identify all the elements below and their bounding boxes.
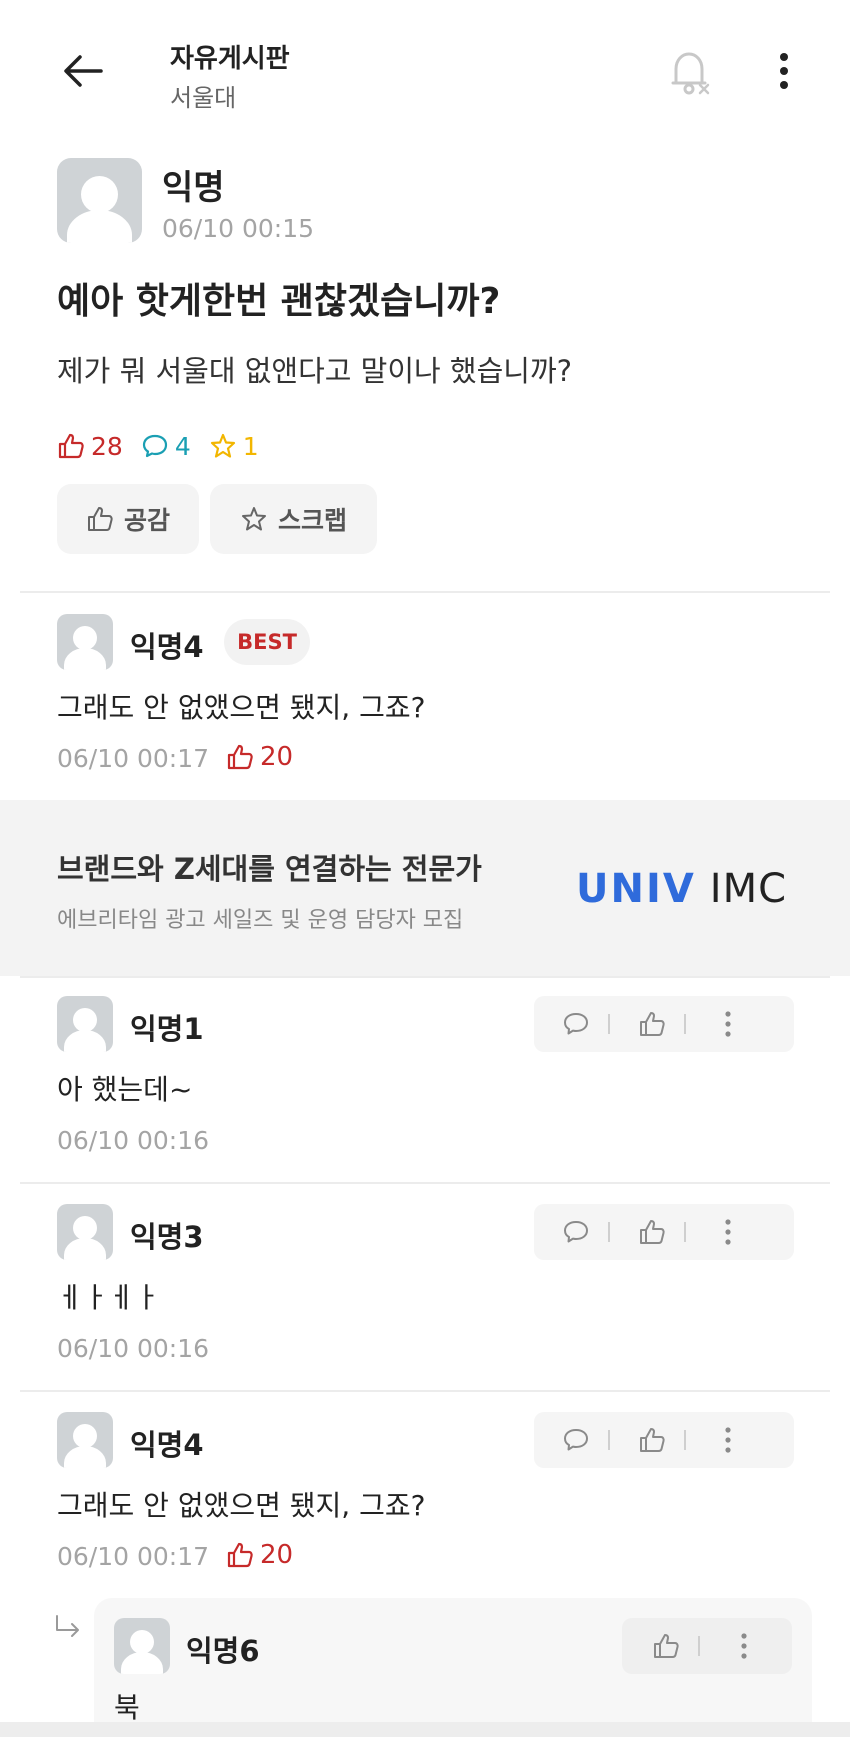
like-count-value: 28 bbox=[91, 431, 123, 461]
comment-author: 익명1 bbox=[130, 1012, 204, 1046]
reply-text: 북 bbox=[114, 1691, 140, 1724]
comment-icon bbox=[564, 1013, 588, 1035]
comment-time: 06/10 00:16 bbox=[57, 1126, 210, 1155]
reply-author: 익명6 bbox=[186, 1634, 260, 1668]
avatar bbox=[114, 1618, 170, 1674]
avatar bbox=[57, 1412, 113, 1468]
thumbs-up-icon bbox=[640, 1428, 665, 1452]
bell-off-icon bbox=[671, 52, 710, 95]
comment-text: 아 했는데~ bbox=[57, 1073, 193, 1106]
divider bbox=[20, 591, 830, 593]
reply-like-button[interactable] bbox=[634, 1618, 698, 1674]
comment-toolbar bbox=[534, 1412, 794, 1468]
comment-icon bbox=[142, 434, 167, 458]
comment-toolbar bbox=[534, 1204, 794, 1260]
scrap-button[interactable]: 스크랩 bbox=[210, 484, 377, 554]
more-vertical-icon bbox=[780, 53, 788, 89]
toolbar-separator bbox=[684, 1014, 686, 1034]
toolbar-separator bbox=[698, 1636, 700, 1656]
comment-toolbar bbox=[534, 996, 794, 1052]
post-time: 06/10 00:15 bbox=[162, 214, 315, 243]
comment-text: ㅔㅏㅔㅏ bbox=[57, 1281, 161, 1314]
toolbar-separator bbox=[684, 1430, 686, 1450]
toolbar-separator bbox=[608, 1014, 610, 1034]
toolbar-separator bbox=[608, 1222, 610, 1242]
comment-likes-value: 20 bbox=[260, 742, 294, 772]
thumbs-up-icon bbox=[87, 507, 113, 531]
avatar bbox=[57, 614, 113, 670]
avatar bbox=[57, 996, 113, 1052]
comment-author: 익명4 bbox=[130, 1428, 204, 1462]
arrow-left-icon bbox=[64, 55, 103, 87]
star-icon bbox=[241, 507, 266, 531]
like-button-label: 공감 bbox=[123, 506, 170, 535]
divider bbox=[20, 976, 830, 978]
like-count: 28 bbox=[57, 432, 123, 461]
thumbs-up-icon bbox=[654, 1634, 679, 1658]
ad-subtitle: 에브리타임 광고 세일즈 및 운영 담당자 모집 bbox=[57, 908, 464, 933]
scrap-count-value: 1 bbox=[242, 431, 259, 461]
more-vertical-icon bbox=[725, 1011, 731, 1037]
more-vertical-icon bbox=[725, 1427, 731, 1453]
thumbs-up-icon bbox=[640, 1220, 665, 1244]
scrap-button-label: 스크랩 bbox=[277, 506, 347, 535]
post-title: 예아 핫게한번 괜찮겠습니까? bbox=[57, 281, 501, 322]
comment-like-button[interactable] bbox=[620, 1204, 684, 1260]
reply-button[interactable] bbox=[544, 996, 608, 1052]
comment-count: 4 bbox=[141, 432, 191, 461]
comment-author: 익명4 bbox=[130, 630, 204, 664]
reply-button[interactable] bbox=[544, 1412, 608, 1468]
more-vertical-icon bbox=[725, 1219, 731, 1245]
comment-more-button[interactable] bbox=[696, 1412, 760, 1468]
more-vertical-icon bbox=[741, 1633, 747, 1659]
avatar bbox=[57, 158, 142, 243]
avatar bbox=[57, 1204, 113, 1260]
comment-icon bbox=[564, 1429, 588, 1451]
divider bbox=[20, 1182, 830, 1184]
toolbar-separator bbox=[608, 1430, 610, 1450]
comment-time: 06/10 00:16 bbox=[57, 1334, 210, 1363]
comment-like-button[interactable] bbox=[620, 1412, 684, 1468]
comment-likes: 20 bbox=[226, 742, 293, 772]
toolbar-separator bbox=[684, 1222, 686, 1242]
like-button[interactable]: 공감 bbox=[57, 484, 199, 554]
reply-more-button[interactable] bbox=[712, 1618, 776, 1674]
comment-likes-value: 20 bbox=[260, 1540, 294, 1570]
bottom-bar bbox=[0, 1722, 850, 1737]
school-name: 서울대 bbox=[170, 84, 237, 112]
comment-text: 그래도 안 없앴으면 됐지, 그죠? bbox=[57, 691, 426, 724]
back-button[interactable] bbox=[56, 48, 110, 94]
thumbs-up-icon bbox=[58, 433, 84, 459]
comment-more-button[interactable] bbox=[696, 1204, 760, 1260]
reply-button[interactable] bbox=[544, 1204, 608, 1260]
comment-time: 06/10 00:17 bbox=[57, 1542, 210, 1571]
best-badge: BEST bbox=[224, 619, 310, 665]
comment-count-value: 4 bbox=[174, 431, 191, 461]
ad-title: 브랜드와 Z세대를 연결하는 전문가 bbox=[57, 852, 482, 886]
divider bbox=[20, 1390, 830, 1392]
comment-like-button[interactable] bbox=[620, 996, 684, 1052]
post-body: 제가 뭐 서울대 없앤다고 말이나 했습니까? bbox=[57, 354, 573, 388]
scrap-count: 1 bbox=[209, 432, 259, 461]
ad-logo: UNIV IMC bbox=[576, 866, 787, 912]
thumbs-up-icon bbox=[227, 1542, 253, 1568]
comment-author: 익명3 bbox=[130, 1220, 204, 1254]
comment-likes: 20 bbox=[226, 1540, 293, 1570]
post-author: 익명 bbox=[162, 168, 225, 208]
notification-toggle[interactable] bbox=[664, 46, 716, 98]
comment-more-button[interactable] bbox=[696, 996, 760, 1052]
ad-logo-univ: UNIV bbox=[576, 866, 696, 912]
thumbs-up-icon bbox=[227, 744, 253, 770]
reply-toolbar bbox=[622, 1618, 792, 1674]
comment-text: 그래도 안 없앴으면 됐지, 그죠? bbox=[57, 1489, 426, 1522]
board-title: 자유게시판 bbox=[170, 44, 290, 74]
more-options-button[interactable] bbox=[764, 48, 804, 94]
star-icon bbox=[210, 433, 235, 458]
reply-arrow-icon bbox=[54, 1614, 82, 1644]
ad-logo-imc: IMC bbox=[709, 866, 788, 912]
comment-icon bbox=[564, 1221, 588, 1243]
post-stats: 28 4 1 bbox=[57, 430, 277, 462]
comment-time: 06/10 00:17 bbox=[57, 744, 210, 773]
thumbs-up-icon bbox=[640, 1012, 665, 1036]
